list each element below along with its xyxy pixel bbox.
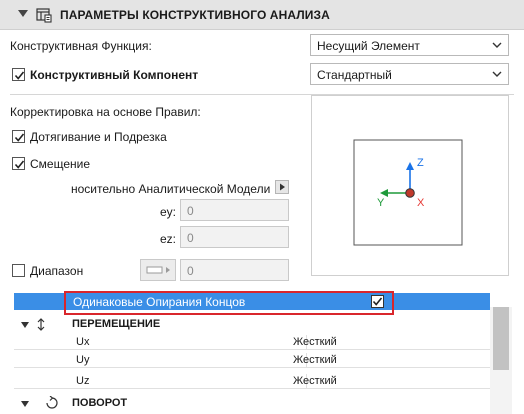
rotate-icon <box>46 396 58 409</box>
equal-end-supports-checkbox[interactable] <box>371 295 384 308</box>
move-section-row[interactable]: ПЕРЕМЕЩЕНИЕ <box>14 316 490 333</box>
collapse-arrow-icon[interactable] <box>18 10 28 17</box>
range-checkbox[interactable] <box>12 264 25 277</box>
range-icon <box>146 266 170 274</box>
row-name: Uy <box>76 354 90 366</box>
scrollbar-thumb[interactable] <box>493 307 509 370</box>
range-type-button[interactable] <box>140 259 176 281</box>
rotate-section-title: ПОВОРОТ <box>72 397 128 409</box>
range-label: Диапазон <box>30 264 84 278</box>
chevron-down-icon <box>492 71 502 77</box>
row-value: Жесткий <box>293 336 337 348</box>
structural-component-value: Стандартный <box>317 68 392 82</box>
relative-to-model-label: носительно Аналитической Модели <box>71 182 271 196</box>
table-row[interactable]: Uy Жесткий <box>14 353 490 368</box>
structural-component-checkbox[interactable] <box>12 68 25 81</box>
axis-preview-panel: Z Y X <box>311 95 509 276</box>
row-name: Ux <box>76 336 90 348</box>
chevron-down-icon <box>492 42 502 48</box>
section-title: ПАРАМЕТРЫ КОНСТРУКТИВНОГО АНАЛИЗА <box>60 8 330 22</box>
ey-input[interactable]: 0 <box>180 199 289 221</box>
structural-component-select[interactable]: Стандартный <box>310 63 509 85</box>
x-axis-label: X <box>417 197 425 209</box>
vertical-move-icon <box>37 318 45 331</box>
offset-label: Смещение <box>30 157 91 171</box>
structural-function-select[interactable]: Несущий Элемент <box>310 34 509 56</box>
relative-menu-button[interactable] <box>275 180 289 194</box>
y-axis-label: Y <box>377 197 385 209</box>
range-input[interactable]: 0 <box>180 259 289 281</box>
rules-label: Корректировка на основе Правил: <box>10 105 201 119</box>
structural-analysis-icon <box>36 8 52 23</box>
collapse-arrow-icon[interactable] <box>21 401 29 407</box>
check-icon <box>14 133 25 142</box>
check-icon <box>14 160 25 169</box>
triangle-right-icon <box>280 183 285 191</box>
offset-checkbox[interactable] <box>12 157 25 170</box>
range-value: 0 <box>187 264 194 278</box>
structural-function-label: Конструктивная Функция: <box>10 39 152 53</box>
table-row[interactable]: Uz Жесткий <box>14 374 490 389</box>
collapse-arrow-icon[interactable] <box>21 322 29 328</box>
row-name: Uz <box>76 375 90 387</box>
equal-end-supports-label: Одинаковые Опирания Концов <box>73 295 246 309</box>
check-icon <box>372 297 383 306</box>
structural-component-label: Конструктивный Компонент <box>30 68 199 82</box>
table-row[interactable]: Ux Жесткий <box>14 335 490 350</box>
extend-trim-label: Дотягивание и Подрезка <box>30 130 167 144</box>
ez-value: 0 <box>187 231 194 245</box>
extend-trim-checkbox[interactable] <box>12 130 25 143</box>
ey-label: ey: <box>160 205 177 219</box>
axis-preview-diagram <box>353 139 463 246</box>
move-section-title: ПЕРЕМЕЩЕНИЕ <box>72 318 161 330</box>
ey-value: 0 <box>187 204 194 218</box>
z-axis-label: Z <box>417 157 424 169</box>
ez-input[interactable]: 0 <box>180 226 289 248</box>
row-value: Жесткий <box>293 375 337 387</box>
check-icon <box>14 71 25 80</box>
ez-label: ez: <box>160 232 177 246</box>
row-value: Жесткий <box>293 354 337 366</box>
structural-function-value: Несущий Элемент <box>317 39 420 53</box>
rotate-section-row[interactable]: ПОВОРОТ <box>14 395 490 412</box>
